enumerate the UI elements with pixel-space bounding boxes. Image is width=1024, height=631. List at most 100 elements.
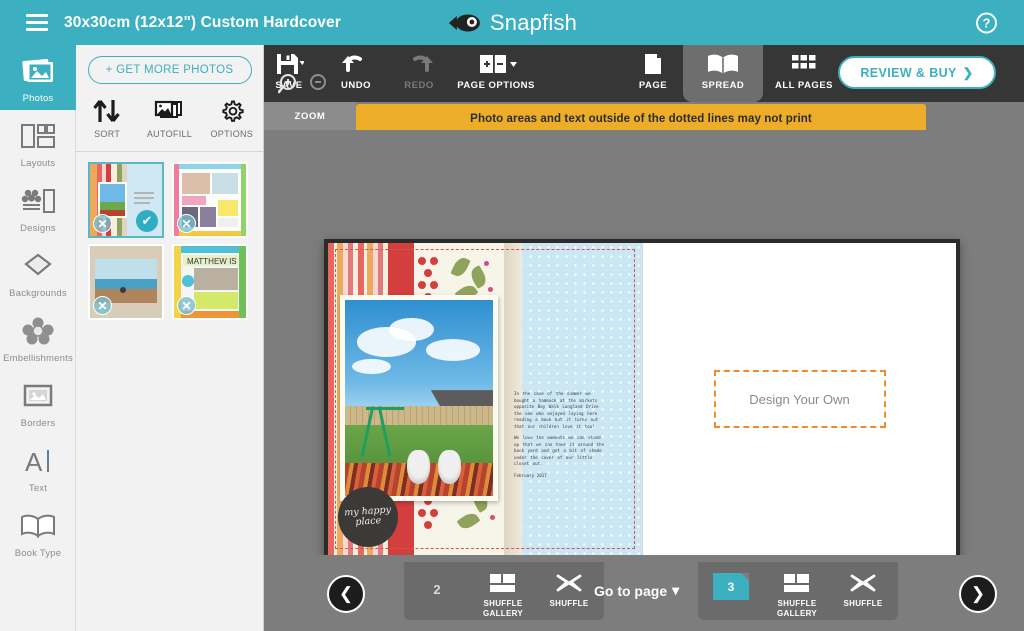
shuffle-gallery-left-button[interactable]: SHUFFLE GALLERY [470, 570, 536, 619]
bottom-navigation-bar: ❮ ❯ 2 SHUFFLE GALLERY SHUFFLE Go to page… [264, 555, 1024, 631]
design-your-own-placeholder[interactable]: Design Your Own [713, 370, 886, 428]
go-to-page-label: Go to page [594, 582, 668, 599]
chevron-down-icon: ▾ [672, 582, 680, 598]
photo-thumbnail[interactable]: ✕ ✔ [88, 162, 164, 238]
teal-page-icon: 3 [713, 573, 749, 600]
options-button[interactable]: OPTIONS [204, 96, 260, 139]
warning-text: Photo areas and text outside of the dott… [470, 113, 812, 125]
photo-thumbnail[interactable]: ✕ [88, 244, 164, 320]
svg-text:A: A [25, 447, 43, 475]
badge-text: my happy place [343, 504, 392, 528]
redo-label: REDO [404, 80, 434, 91]
hamburger-menu-icon[interactable] [26, 14, 48, 31]
zoom-in-button[interactable] [277, 73, 300, 95]
sidebar-item-label: Layouts [20, 158, 56, 169]
book-type-icon [19, 507, 57, 545]
sidebar-item-photos[interactable]: Photos [0, 45, 76, 110]
magnifier-plus-icon [277, 74, 296, 94]
page-right[interactable]: Design Your Own [642, 243, 956, 555]
get-more-photos-button[interactable]: + GET MORE PHOTOS [87, 56, 252, 84]
happy-place-badge[interactable]: my happy place [338, 487, 398, 547]
page-number-label: 2 [433, 582, 441, 597]
view-all-pages-button[interactable]: ALL PAGES [769, 50, 839, 91]
page-left[interactable]: my happy place In the case of the summer… [328, 243, 642, 555]
shoe-shape [407, 450, 431, 485]
view-spread-label: SPREAD [701, 80, 745, 91]
page-options-button[interactable]: PAGE OPTIONS [436, 50, 556, 91]
sidebar-item-designs[interactable]: Designs [0, 175, 76, 240]
sidebar-item-label: Embellishments [3, 353, 73, 364]
view-page-button[interactable]: PAGE [625, 50, 681, 91]
redo-arrow-icon [403, 50, 435, 77]
brand-logo: Snapfish [447, 10, 577, 36]
designs-icon [20, 182, 56, 220]
text-icon: A [20, 442, 56, 480]
embellishments-icon [20, 312, 56, 350]
shuffle-arrows-icon [849, 570, 877, 596]
autofill-button[interactable]: AUTOFILL [141, 96, 197, 139]
next-spread-button[interactable]: ❯ [959, 575, 997, 613]
photo-thumbnail[interactable]: MATTHEW IS ✕ [172, 244, 248, 320]
layout-grid-icon [782, 570, 812, 596]
previous-spread-button[interactable]: ❮ [327, 575, 365, 613]
shuffle-label: SHUFFLE [843, 599, 883, 608]
editor-canvas: my happy place In the case of the summer… [264, 130, 1024, 559]
remove-photo-icon[interactable]: ✕ [177, 296, 196, 315]
undo-button[interactable]: UNDO [340, 50, 372, 91]
sidebar-item-borders[interactable]: Borders [0, 370, 76, 435]
undo-label: UNDO [341, 80, 371, 91]
sidebar-item-label: Photos [22, 93, 54, 104]
view-all-pages-label: ALL PAGES [775, 80, 833, 91]
zoom-out-button[interactable] [308, 73, 330, 95]
book-spread: my happy place In the case of the summer… [324, 239, 960, 559]
pages-container: my happy place In the case of the summer… [328, 243, 956, 555]
help-icon[interactable]: ? [976, 12, 997, 33]
layouts-icon [20, 117, 56, 155]
sidebar-item-text[interactable]: A Text [0, 435, 76, 500]
page-number-left: 2 [404, 570, 470, 597]
zoom-label: ZOOM [294, 110, 326, 122]
journal-text-block[interactable]: In the case of the summer we bought a ha… [514, 391, 606, 478]
chevron-right-icon: ❯ [962, 66, 974, 80]
review-and-buy-button[interactable]: REVIEW & BUY ❯ [838, 56, 996, 89]
photo-frame[interactable] [340, 295, 498, 501]
autofill-photos-icon [153, 96, 185, 126]
fish-logo-icon [448, 14, 480, 31]
photo-thumbnail-grid: ✕ ✔ ✕ ✕ MATTHEW IS ✕ [76, 162, 263, 320]
sort-button[interactable]: SORT [79, 96, 135, 139]
photo-thumbnail[interactable]: ✕ [172, 162, 248, 238]
tool-label: SORT [94, 129, 121, 139]
main-toolbar: SAVE UNDO REDO PAGE OPTIONS PAGE SPREAD … [264, 45, 1024, 102]
shuffle-gallery-label-line2: GALLERY [482, 609, 524, 618]
undo-arrow-icon [340, 50, 372, 77]
brand-name: Snapfish [489, 9, 578, 35]
sidebar-item-book-type[interactable]: Book Type [0, 500, 76, 565]
view-spread-button[interactable]: SPREAD [690, 50, 756, 91]
sidebar-item-embellishments[interactable]: Embellishments [0, 305, 76, 370]
go-to-page-dropdown[interactable]: Go to page ▾ [594, 582, 679, 599]
page-options-icon [474, 50, 518, 77]
app-header: 30x30cm (12x12") Custom Hardcover Snapfi… [0, 0, 1024, 45]
sidebar-item-label: Text [28, 483, 48, 494]
page-number-right[interactable]: 3 [698, 570, 764, 600]
shuffle-right-button[interactable]: SHUFFLE [830, 570, 896, 609]
left-sidebar: Photos Layouts Designs Backgrounds Embel… [0, 45, 76, 631]
single-page-icon [642, 50, 664, 77]
photos-icon [20, 52, 56, 90]
svg-text:MATTHEW IS: MATTHEW IS [187, 257, 237, 266]
document-title: 30x30cm (12x12") Custom Hardcover [64, 13, 341, 31]
shuffle-gallery-label-line2: GALLERY [776, 609, 818, 618]
photo-selected-check-icon: ✔ [136, 210, 158, 232]
magnifier-minus-icon [310, 74, 326, 90]
shuffle-gallery-label-line1: SHUFFLE [777, 599, 817, 608]
remove-photo-icon[interactable]: ✕ [177, 214, 196, 233]
journal-date: February 2017 [514, 472, 547, 478]
shuffle-left-button[interactable]: SHUFFLE [536, 570, 602, 609]
sidebar-item-layouts[interactable]: Layouts [0, 110, 76, 175]
sidebar-item-backgrounds[interactable]: Backgrounds [0, 240, 76, 305]
remove-photo-icon[interactable]: ✕ [93, 214, 112, 233]
shuffle-gallery-right-button[interactable]: SHUFFLE GALLERY [764, 570, 830, 619]
redo-button[interactable]: REDO [403, 50, 435, 91]
open-book-icon [706, 50, 740, 77]
remove-photo-icon[interactable]: ✕ [93, 296, 112, 315]
